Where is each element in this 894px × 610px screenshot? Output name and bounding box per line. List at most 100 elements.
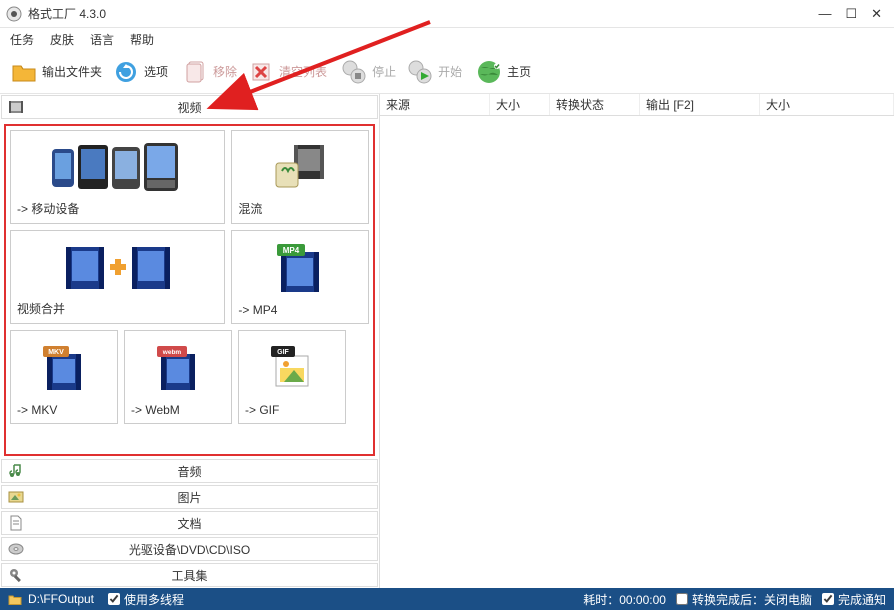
video-panel: -> 移动设备 混流 [4, 124, 375, 456]
mux-icon [238, 137, 362, 196]
stop-label: 停止 [372, 63, 396, 80]
app-icon [6, 6, 22, 22]
th-output[interactable]: 输出 [F2] [640, 94, 760, 115]
clear-list-button[interactable]: 清空列表 [243, 56, 331, 88]
right-pane: 来源 大小 转换状态 输出 [F2] 大小 [380, 94, 894, 588]
notify-label: 完成通知 [838, 591, 886, 608]
category-drive[interactable]: 光驱设备\DVD\CD\ISO [1, 537, 378, 561]
tile-merge-label: 视频合并 [17, 300, 218, 317]
clear-list-icon [247, 58, 275, 86]
toolbar: 输出文件夹 选项 移除 清空列表 停止 开始 主页 [0, 50, 894, 94]
document-icon [8, 515, 24, 531]
mobile-devices-icon [17, 137, 218, 196]
task-list-empty [380, 116, 894, 588]
start-label: 开始 [438, 63, 462, 80]
folder-icon [10, 58, 38, 86]
merge-icon [17, 237, 218, 296]
remove-icon [181, 58, 209, 86]
menu-skin[interactable]: 皮肤 [50, 31, 74, 48]
th-source[interactable]: 来源 [380, 94, 490, 115]
statusbar: D:\FFOutput 使用多线程 耗时：00:00:00 转换完成后：关闭电脑… [0, 588, 894, 610]
status-folder-icon[interactable] [8, 592, 22, 606]
category-toolset[interactable]: 工具集 [1, 563, 378, 587]
shutdown-label: 转换完成后：关闭电脑 [692, 591, 812, 608]
multithread-input[interactable] [108, 593, 120, 605]
output-folder-button[interactable]: 输出文件夹 [6, 56, 106, 88]
output-folder-label: 输出文件夹 [42, 63, 102, 80]
clear-list-label: 清空列表 [279, 63, 327, 80]
tile-mux[interactable]: 混流 [231, 130, 369, 224]
category-document-label: 文档 [177, 515, 201, 532]
th-size2[interactable]: 大小 [760, 94, 894, 115]
picture-icon [8, 489, 24, 505]
globe-icon [475, 58, 503, 86]
film-icon [8, 99, 24, 115]
category-document[interactable]: 文档 [1, 511, 378, 535]
minimize-button[interactable]: — [818, 6, 831, 22]
titlebar: 格式工厂 4.3.0 — ☐ ✕ [0, 0, 894, 28]
tile-webm-label: -> WebM [131, 403, 225, 417]
category-drive-label: 光驱设备\DVD\CD\ISO [129, 541, 250, 558]
category-audio[interactable]: 音频 [1, 459, 378, 483]
window-controls: — ☐ ✕ [818, 6, 888, 22]
main-area: 视频 -> 移动设备 [0, 94, 894, 588]
notify-input[interactable] [822, 593, 834, 605]
home-button[interactable]: 主页 [471, 56, 535, 88]
menubar: 任务 皮肤 语言 帮助 [0, 28, 894, 50]
tile-video-merge[interactable]: 视频合并 [10, 230, 225, 324]
start-button[interactable]: 开始 [402, 56, 466, 88]
multithread-label: 使用多线程 [124, 591, 184, 608]
notify-checkbox[interactable]: 完成通知 [822, 591, 886, 608]
tile-mobile-label: -> 移动设备 [17, 200, 218, 217]
remove-button[interactable]: 移除 [177, 56, 241, 88]
menu-language[interactable]: 语言 [90, 31, 114, 48]
gear-wrench-icon [8, 567, 24, 583]
remove-label: 移除 [213, 63, 237, 80]
maximize-button[interactable]: ☐ [845, 6, 857, 22]
disc-icon [8, 541, 24, 557]
music-note-icon [8, 463, 24, 479]
menu-help[interactable]: 帮助 [130, 31, 154, 48]
tile-mkv-label: -> MKV [17, 403, 111, 417]
svg-text:webm: webm [162, 349, 182, 356]
shutdown-input[interactable] [676, 593, 688, 605]
category-image[interactable]: 图片 [1, 485, 378, 509]
table-header: 来源 大小 转换状态 输出 [F2] 大小 [380, 94, 894, 116]
tile-mux-label: 混流 [238, 200, 362, 217]
mp4-icon: MP4 [238, 237, 362, 299]
tile-mkv[interactable]: MKV -> MKV [10, 330, 118, 424]
tile-mp4-label: -> MP4 [238, 303, 362, 317]
svg-text:MKV: MKV [48, 349, 64, 356]
mkv-icon: MKV [17, 337, 111, 399]
tile-gif[interactable]: GIF -> GIF [238, 330, 346, 424]
stop-icon [340, 58, 368, 86]
category-video[interactable]: 视频 [1, 95, 378, 119]
output-path[interactable]: D:\FFOutput [28, 592, 94, 606]
tile-gif-label: -> GIF [245, 403, 339, 417]
category-audio-label: 音频 [177, 463, 201, 480]
category-video-label: 视频 [177, 99, 201, 116]
start-icon [406, 58, 434, 86]
home-label: 主页 [507, 63, 531, 80]
webm-icon: webm [131, 337, 225, 399]
options-icon [112, 58, 140, 86]
svg-text:MP4: MP4 [283, 246, 300, 255]
options-button[interactable]: 选项 [108, 56, 172, 88]
svg-text:GIF: GIF [277, 349, 289, 356]
multithread-checkbox[interactable]: 使用多线程 [108, 591, 184, 608]
gif-icon: GIF [245, 337, 339, 399]
tile-mp4[interactable]: MP4 -> MP4 [231, 230, 369, 324]
close-button[interactable]: ✕ [871, 6, 882, 22]
shutdown-checkbox[interactable]: 转换完成后：关闭电脑 [676, 591, 812, 608]
category-image-label: 图片 [177, 489, 201, 506]
th-state[interactable]: 转换状态 [550, 94, 640, 115]
menu-task[interactable]: 任务 [10, 31, 34, 48]
tile-webm[interactable]: webm -> WebM [124, 330, 232, 424]
options-label: 选项 [144, 63, 168, 80]
category-toolset-label: 工具集 [171, 567, 207, 584]
tile-mobile-device[interactable]: -> 移动设备 [10, 130, 225, 224]
th-size[interactable]: 大小 [490, 94, 550, 115]
stop-button[interactable]: 停止 [336, 56, 400, 88]
left-pane: 视频 -> 移动设备 [0, 94, 380, 588]
window-title: 格式工厂 4.3.0 [28, 5, 818, 22]
